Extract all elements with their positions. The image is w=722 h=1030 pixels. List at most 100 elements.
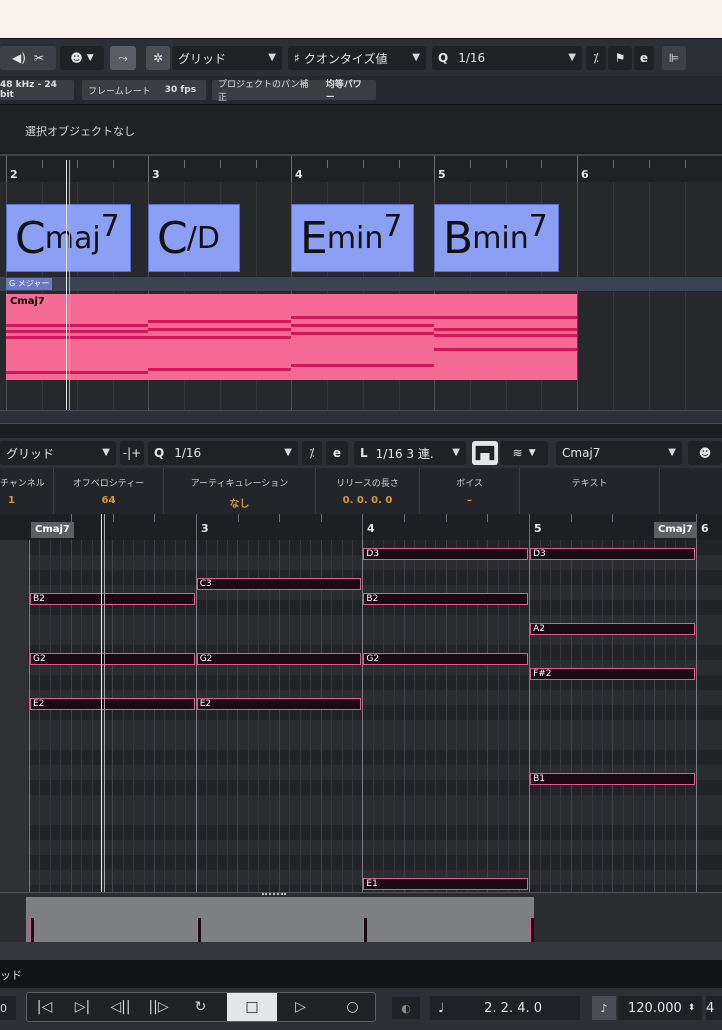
text-field[interactable]: テキスト	[520, 468, 660, 514]
ruler-beat-tick	[487, 514, 488, 522]
framerate-pill[interactable]: フレームレート 30 fps	[82, 80, 206, 100]
midi-note[interactable]: F#2	[530, 668, 695, 680]
chord-mode-dropdown[interactable]: ≋ ▼	[500, 441, 548, 465]
ruler-beat-tick	[404, 514, 405, 522]
midi-note[interactable]: C3	[196, 578, 362, 590]
chord-event[interactable]: C/D	[148, 204, 240, 272]
editor-quantize-select[interactable]: Q 1/16 ▼	[148, 441, 298, 465]
tempo-field[interactable]: 120.000 ⬍	[618, 996, 702, 1020]
record-button[interactable]: ○	[335, 993, 370, 1021]
chord-track-marker[interactable]: Cmaj7	[654, 522, 697, 538]
forward-button[interactable]: ||▷	[141, 993, 176, 1021]
midi-note[interactable]: E1	[363, 878, 529, 890]
pan-law-pill[interactable]: プロジェクトのパン補正 均等パワー	[212, 80, 376, 103]
length-icon: L	[360, 446, 368, 460]
chord-event[interactable]: Emin 7	[291, 204, 414, 272]
play-button[interactable]: ▷	[283, 993, 318, 1021]
midi-note[interactable]: E2	[30, 698, 195, 710]
snap-type-select[interactable]: グリッド ▼	[172, 46, 282, 70]
midi-note[interactable]: A2	[530, 623, 695, 635]
comp-tool-dropdown[interactable]: ☻ ▼	[60, 46, 104, 70]
editor-playback-cursor[interactable]	[101, 514, 102, 942]
left-locator-field[interactable]: 0	[0, 996, 16, 1020]
midi-note[interactable]: B2	[363, 593, 529, 605]
velocity-lane[interactable]	[0, 892, 722, 943]
scale-track[interactable]	[0, 277, 722, 291]
arrangement-area[interactable]: Cmaj 7 C/D Emin 7 Bmin 7 G メジャー Cmaj7	[0, 182, 722, 410]
midi-note[interactable]: D3	[530, 548, 695, 560]
playback-cursor[interactable]	[66, 160, 67, 410]
go-to-end-button[interactable]: ▷|	[65, 993, 100, 1021]
align-button[interactable]: ⊫	[662, 46, 686, 70]
midi-note[interactable]: D3	[363, 548, 529, 560]
rewind-button[interactable]: ◁||	[103, 993, 138, 1021]
record-icon: ○	[346, 999, 359, 1015]
editor-quantize-value: 1/16	[174, 446, 202, 460]
arranger-ruler[interactable]: 2 3 4 5 6	[0, 154, 722, 182]
chord-extension: 7	[528, 208, 548, 244]
tempo-track-button[interactable]: ♪	[592, 996, 616, 1020]
speaker-icon[interactable]: ◀)	[12, 51, 26, 65]
voice-field[interactable]: ボイス –	[420, 468, 520, 514]
insert-velocity-button[interactable]: -|+	[120, 441, 144, 465]
stop-button[interactable]: □	[227, 993, 277, 1021]
q-icon: Q	[438, 51, 449, 65]
punch-button[interactable]: ◐	[392, 997, 420, 1019]
chord-select[interactable]: Cmaj7 ▼	[556, 441, 682, 465]
release-length-field[interactable]: リリースの長さ 0. 0. 0. 0	[316, 468, 420, 514]
glue-icon[interactable]: ✂	[34, 51, 44, 65]
editor-snap-select[interactable]: グリッド ▼	[0, 441, 116, 465]
chord-event[interactable]: Bmin 7	[434, 204, 559, 272]
velocity-bar[interactable]	[363, 918, 367, 942]
midi-note[interactable]: G2	[363, 653, 529, 665]
midi-part[interactable]: Cmaj7	[6, 294, 577, 380]
ruler-beat-tick	[541, 160, 542, 168]
editor-extra-button[interactable]: ☻	[688, 441, 722, 465]
midi-note[interactable]: E2	[196, 698, 362, 710]
midi-note[interactable]: G2	[30, 653, 195, 665]
ruler-bar-tick	[529, 514, 530, 540]
velocity-bar[interactable]	[197, 918, 201, 942]
apply-quantize-button[interactable]: e	[634, 46, 654, 70]
articulation-field[interactable]: アーティキュレーション なし	[164, 468, 316, 514]
editor-iterative-quantize[interactable]: ⁒	[302, 441, 322, 465]
go-to-start-button[interactable]: |◁	[27, 993, 62, 1021]
iterative-quantize-button[interactable]: ⁒	[586, 46, 606, 70]
quantize-preset-button[interactable]: ⚑	[608, 46, 632, 70]
off-velocity-field[interactable]: オフベロシティー 64	[54, 468, 164, 514]
autoscroll-button[interactable]: ⤳	[110, 46, 136, 70]
ruler-bar-number: 5	[534, 522, 542, 535]
audio-format-pill[interactable]: 48 kHz - 24 bit	[0, 80, 74, 100]
midi-note[interactable]: B2	[30, 593, 195, 605]
quantize-select[interactable]: ♯ クオンタイズ値 ▼	[288, 46, 426, 70]
chord-track-marker[interactable]: Cmaj7	[31, 522, 74, 538]
chord-editing-button[interactable]: ▛▜	[472, 441, 498, 465]
signature-field[interactable]: 4	[706, 996, 722, 1020]
cycle-button[interactable]: ↻	[183, 993, 218, 1021]
editor-ruler[interactable]: 3 4 5 6 Cmaj7 Cmaj7	[0, 514, 722, 540]
midi-note[interactable]: B1	[530, 773, 695, 785]
lane-resize-handle[interactable]	[262, 893, 286, 896]
scale-event[interactable]: G メジャー	[6, 278, 53, 290]
editor-apply-quantize[interactable]: e	[326, 441, 348, 465]
chord-extension: 7	[383, 208, 403, 244]
ruler-bar-tick	[434, 156, 435, 182]
length-quantize-select[interactable]: L 1/16 3 連. ▼	[354, 441, 466, 465]
snap-toggle[interactable]: ✲	[146, 46, 170, 70]
quantize-value-select[interactable]: Q 1/16 ▼	[432, 46, 582, 70]
ruler-bar-number: 6	[701, 522, 709, 535]
off-velocity-value: 64	[101, 495, 116, 506]
primary-time-display[interactable]: ♩ 2. 2. 4. 0	[430, 996, 580, 1020]
velocity-bar[interactable]	[530, 918, 534, 942]
midi-note[interactable]: G2	[196, 653, 362, 665]
zone-divider[interactable]	[0, 410, 722, 424]
note-grid[interactable]: D3 D3 C3 B2 B2 A2 G2 G2 G2 F#2 E2 E2 B1 E1	[0, 540, 722, 892]
stepper-icon[interactable]: ⬍	[688, 1003, 696, 1013]
articulation-value: なし	[229, 499, 250, 510]
channel-field[interactable]: チャンネル 1	[0, 468, 54, 514]
ruler-beat-tick	[42, 160, 43, 168]
velocity-bar[interactable]	[30, 918, 34, 942]
keyboard-strip[interactable]	[0, 540, 28, 892]
part-note	[6, 371, 148, 374]
tool-group[interactable]: ◀) ✂	[0, 46, 56, 70]
